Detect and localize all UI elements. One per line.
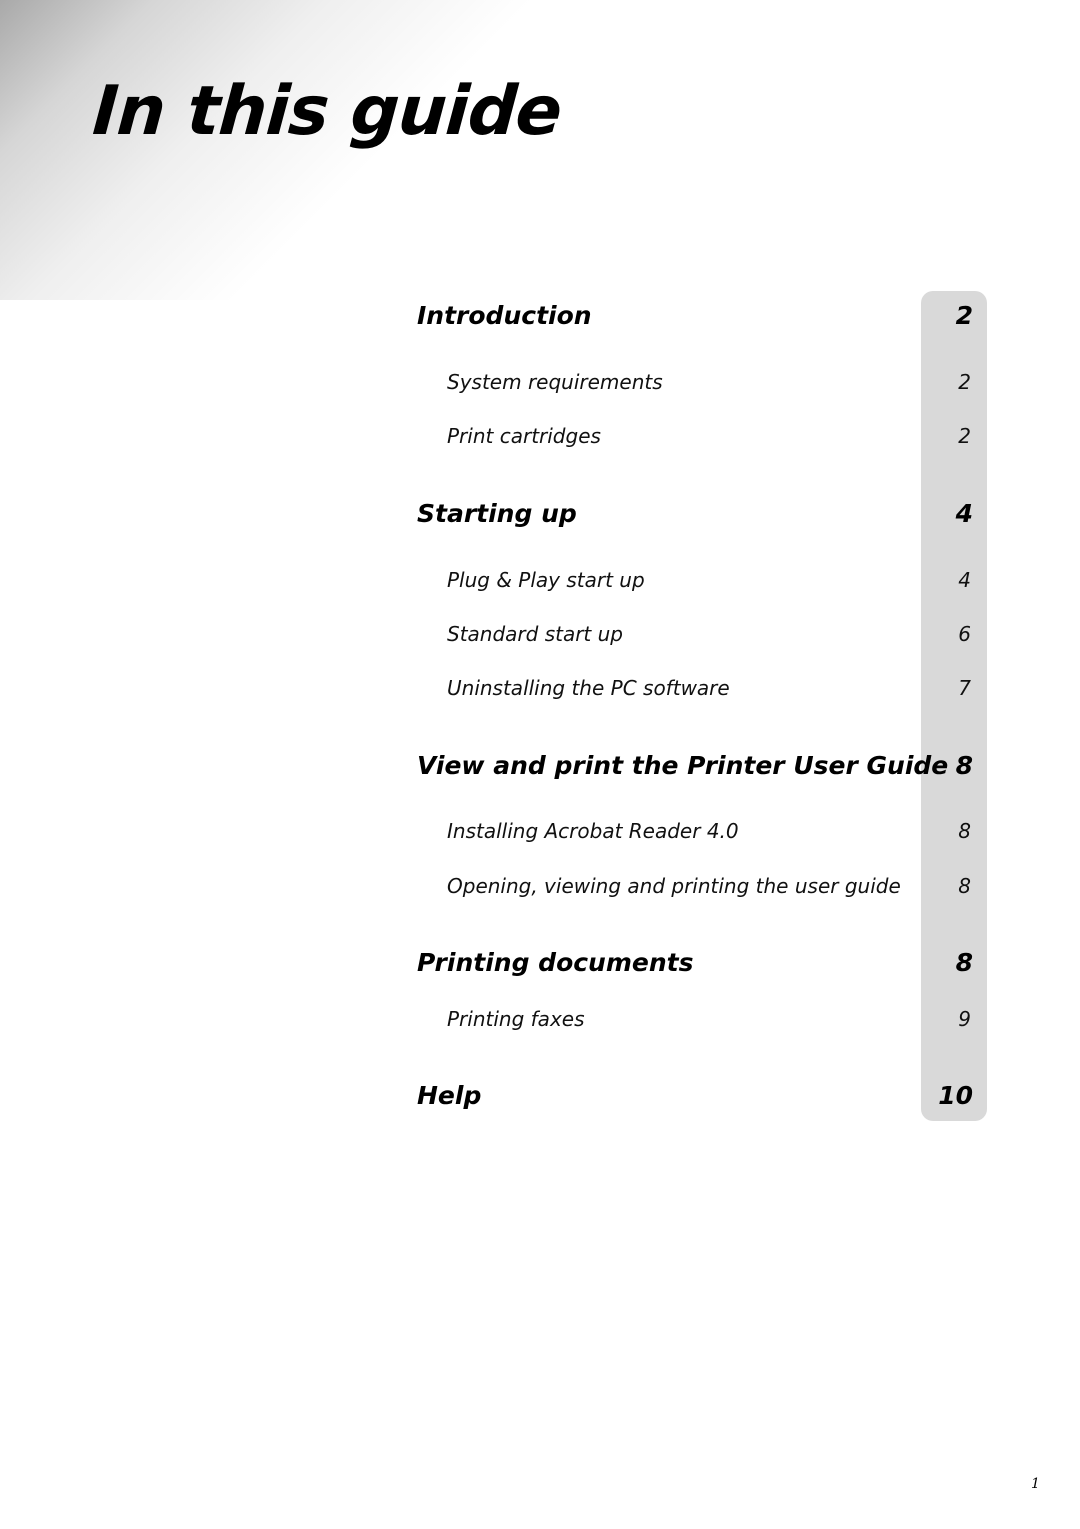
toc-section-help[interactable]: Help 10	[417, 1081, 973, 1111]
page-title: In this guide	[90, 72, 564, 151]
toc-section-starting-up[interactable]: Starting up 4	[417, 499, 973, 529]
toc-item[interactable]: Plug & Play start up 4	[417, 565, 973, 595]
toc-item-page: 4	[958, 568, 971, 592]
toc-item[interactable]: Uninstalling the PC software 7	[417, 673, 973, 703]
toc-item-title: Printing faxes	[447, 1007, 585, 1031]
toc-item-title: Installing Acrobat Reader 4.0	[447, 819, 739, 843]
toc-item-page: 9	[958, 1007, 971, 1031]
toc-item[interactable]: Print cartridges 2	[417, 421, 973, 451]
toc-item-page: 6	[958, 622, 971, 646]
toc-item[interactable]: System requirements 2	[417, 367, 973, 397]
toc-section-page: 4	[955, 499, 973, 528]
toc-section-title: Printing documents	[417, 948, 694, 977]
toc-section-title: Starting up	[417, 499, 577, 528]
toc-section-page: 2	[955, 301, 973, 330]
toc-section-view-and-print[interactable]: View and print the Printer User Guide 8	[417, 751, 973, 781]
toc-item[interactable]: Opening, viewing and printing the user g…	[417, 871, 973, 901]
toc-section-page: 8	[955, 948, 973, 977]
page-number-column	[921, 291, 987, 1121]
toc-item-title: Print cartridges	[447, 424, 601, 448]
toc-item-title: Uninstalling the PC software	[447, 676, 730, 700]
toc-item[interactable]: Printing faxes 9	[417, 1004, 973, 1034]
toc-item-page: 2	[958, 424, 971, 448]
toc-item[interactable]: Installing Acrobat Reader 4.0 8	[417, 816, 973, 846]
toc-section-page: 8	[955, 751, 973, 780]
toc-section-title: Help	[417, 1081, 482, 1110]
toc-item-title: Plug & Play start up	[447, 568, 645, 592]
toc-item-title: Opening, viewing and printing the user g…	[447, 874, 901, 898]
toc-section-introduction[interactable]: Introduction 2	[417, 301, 973, 331]
toc-item[interactable]: Standard start up 6	[417, 619, 973, 649]
toc-item-page: 2	[958, 370, 971, 394]
toc-section-title: View and print the Printer User Guide	[417, 751, 949, 780]
toc-item-page: 7	[958, 676, 971, 700]
toc-section-title: Introduction	[417, 301, 592, 330]
toc-section-page: 10	[938, 1081, 973, 1110]
footer-page-number: 1	[1031, 1476, 1040, 1492]
toc-item-page: 8	[958, 819, 971, 843]
toc-section-printing-documents[interactable]: Printing documents 8	[417, 948, 973, 978]
toc-item-title: Standard start up	[447, 622, 624, 646]
toc-item-title: System requirements	[447, 370, 663, 394]
toc-item-page: 8	[958, 874, 971, 898]
